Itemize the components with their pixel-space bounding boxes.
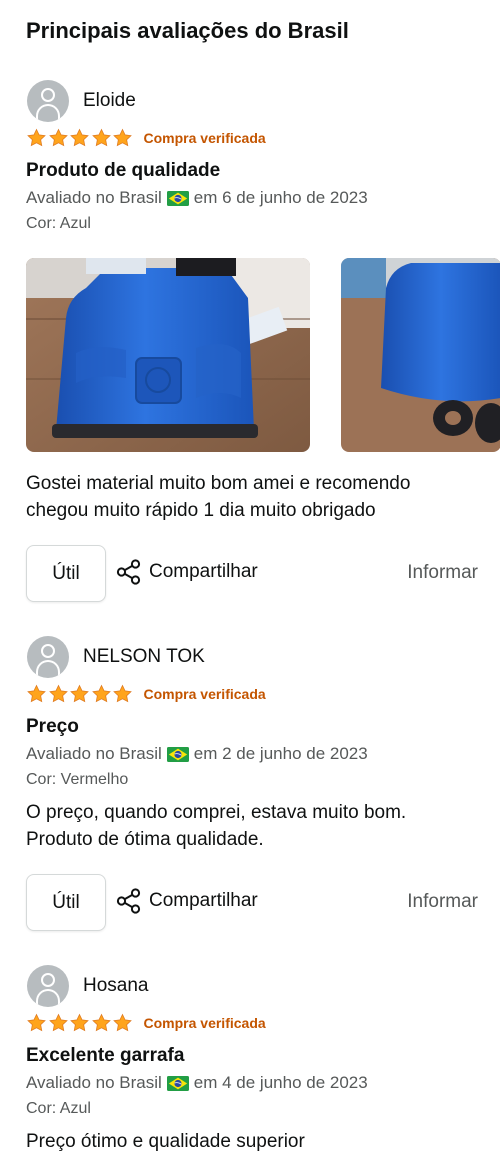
rating-row: Compra verificada	[26, 1012, 266, 1034]
review-origin: Avaliado no Brasil	[26, 188, 162, 207]
reviewer-name: NELSON TOK	[83, 646, 205, 667]
star-icon	[69, 128, 90, 148]
star-icon	[48, 1013, 69, 1033]
rating-row: Compra verificada	[26, 683, 266, 705]
verified-badge: Compra verificada	[143, 130, 266, 146]
star-rating	[26, 128, 134, 148]
share-icon	[116, 559, 142, 585]
review-title: Produto de qualidade	[26, 160, 221, 181]
review-actions: Útil Compartilhar Informar	[26, 874, 478, 931]
star-icon	[91, 1013, 112, 1033]
reviewer-name: Hosana	[83, 975, 149, 996]
report-link[interactable]: Informar	[407, 891, 478, 913]
star-rating	[26, 1013, 134, 1033]
review-image[interactable]	[26, 258, 310, 452]
product-variant: Cor: Azul	[26, 1100, 91, 1117]
star-icon	[69, 1013, 90, 1033]
product-variant: Cor: Vermelho	[26, 771, 129, 788]
avatar-icon	[27, 636, 69, 678]
review-card: Hosana Compra verificada Excelente garra…	[0, 965, 500, 1168]
review-origin: Avaliado no Brasil	[26, 744, 162, 763]
star-icon	[91, 684, 112, 704]
star-icon	[112, 1013, 133, 1033]
share-label: Compartilhar	[149, 561, 258, 582]
rating-row: Compra verificada	[26, 127, 266, 149]
star-icon	[48, 684, 69, 704]
review-text: O preço, quando comprei, estava muito bo…	[26, 802, 407, 850]
verified-badge: Compra verificada	[143, 1015, 266, 1031]
reviewer[interactable]: NELSON TOK	[27, 636, 205, 678]
review-title: Preço	[26, 716, 79, 737]
report-link[interactable]: Informar	[407, 562, 478, 584]
star-icon	[112, 128, 133, 148]
avatar-icon	[27, 80, 69, 122]
review-meta: Avaliado no Brasil em 2 de junho de 2023	[26, 744, 368, 764]
reviewer-name: Eloide	[83, 90, 136, 111]
section-title: Principais avaliações do Brasil	[26, 18, 349, 43]
review-images[interactable]	[26, 258, 500, 452]
brazil-flag-icon	[167, 191, 189, 206]
reviewer[interactable]: Hosana	[27, 965, 149, 1007]
star-icon	[26, 128, 47, 148]
star-icon	[48, 128, 69, 148]
review-card: NELSON TOK Compra verificada Preço Avali…	[0, 636, 500, 936]
helpful-button[interactable]: Útil	[26, 545, 106, 602]
star-icon	[91, 128, 112, 148]
review-title: Excelente garrafa	[26, 1045, 185, 1066]
share-icon	[116, 888, 142, 914]
star-icon	[26, 1013, 47, 1033]
review-actions: Útil Compartilhar Informar	[26, 545, 478, 602]
review-text: Gostei material muito bom amei e recomen…	[26, 473, 411, 521]
review-card: Eloide Compra verificada Produto de qual…	[0, 80, 500, 610]
review-meta: Avaliado no Brasil em 4 de junho de 2023	[26, 1073, 368, 1093]
share-label: Compartilhar	[149, 890, 258, 911]
share-button[interactable]: Compartilhar	[116, 888, 258, 914]
star-icon	[69, 684, 90, 704]
review-date: em 2 de junho de 2023	[193, 744, 368, 763]
review-date: em 4 de junho de 2023	[193, 1073, 368, 1092]
star-icon	[26, 684, 47, 704]
helpful-button[interactable]: Útil	[26, 874, 106, 931]
reviewer[interactable]: Eloide	[27, 80, 136, 122]
review-meta: Avaliado no Brasil em 6 de junho de 2023	[26, 188, 368, 208]
review-text: Preço ótimo e qualidade superior	[26, 1131, 305, 1152]
product-variant: Cor: Azul	[26, 215, 91, 232]
verified-badge: Compra verificada	[143, 686, 266, 702]
brazil-flag-icon	[167, 1076, 189, 1091]
review-origin: Avaliado no Brasil	[26, 1073, 162, 1092]
review-date: em 6 de junho de 2023	[193, 188, 368, 207]
star-rating	[26, 684, 134, 704]
review-image[interactable]	[341, 258, 500, 452]
brazil-flag-icon	[167, 747, 189, 762]
star-icon	[112, 684, 133, 704]
avatar-icon	[27, 965, 69, 1007]
share-button[interactable]: Compartilhar	[116, 559, 258, 585]
